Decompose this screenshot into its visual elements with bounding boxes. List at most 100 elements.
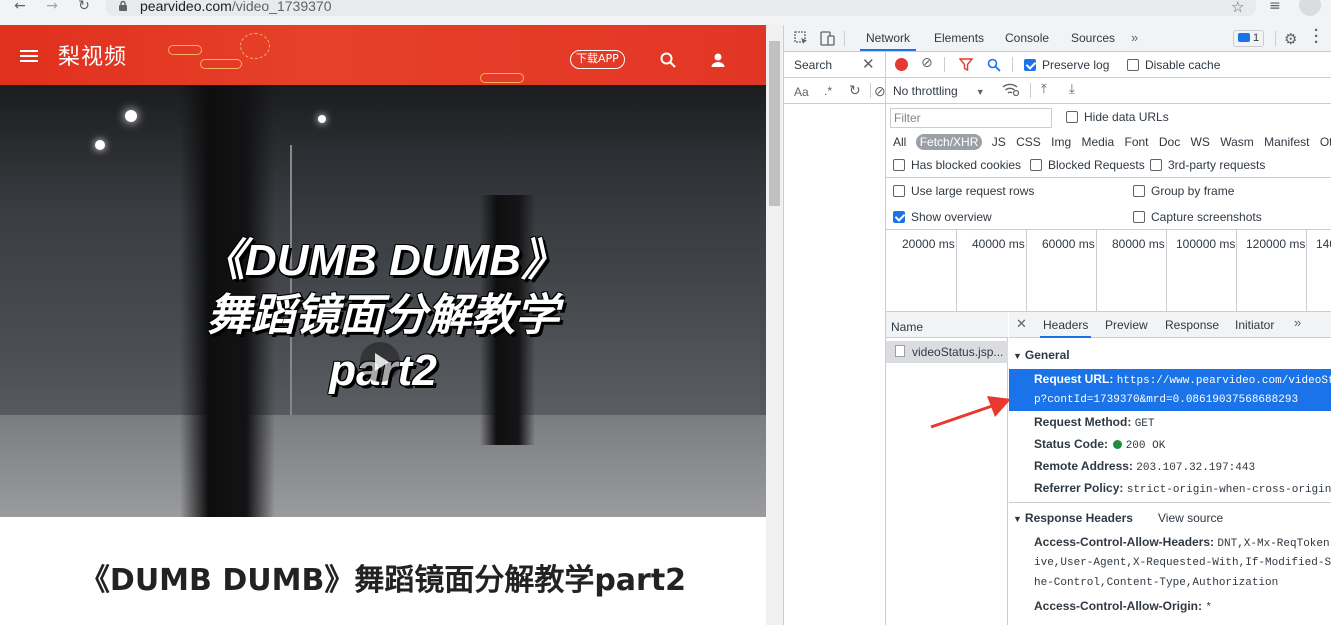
reading-list-icon[interactable]: ≡ (1269, 0, 1281, 14)
more-tabs-icon[interactable]: » (1131, 30, 1138, 45)
type-js[interactable]: JS (992, 135, 1006, 149)
status-code-key: Status Code: (1034, 437, 1109, 451)
status-code-row: Status Code: 200 OK (1034, 437, 1165, 452)
more-detail-tabs-icon[interactable]: » (1294, 315, 1301, 330)
menu-icon[interactable] (20, 50, 38, 62)
disable-cache-label: Disable cache (1145, 58, 1221, 72)
status-ok-dot-icon (1113, 440, 1123, 449)
general-section-header[interactable]: ▼ General (1013, 348, 1070, 362)
more-options-icon[interactable]: · · · (1314, 25, 1319, 50)
request-url-row[interactable]: Request URL: https://www.pearvideo.com/v… (1034, 372, 1331, 387)
clear-log-icon[interactable]: ⊘ (921, 55, 933, 71)
type-css[interactable]: CSS (1016, 135, 1041, 149)
request-url-value: https://www.pearvideo.com/videoSt (1116, 375, 1331, 387)
status-code-value: 200 OK (1125, 440, 1166, 452)
request-url-continued[interactable]: p?contId=1739370&mrd=0.08619037568688293 (1034, 394, 1298, 406)
tab-elements[interactable]: Elements (928, 25, 990, 51)
search-icon[interactable] (660, 52, 676, 73)
clear-search-icon[interactable]: ⊘ (874, 83, 886, 100)
checkbox[interactable] (1030, 159, 1042, 171)
acao-row: Access-Control-Allow-Origin: * (1034, 599, 1212, 614)
network-conditions-icon[interactable] (1002, 82, 1020, 99)
page-scrollbar-thumb[interactable] (769, 41, 780, 206)
blocked-requests-checkbox[interactable]: Blocked Requests (1030, 158, 1145, 172)
preserve-log-checkbox[interactable]: Preserve log (1024, 58, 1109, 72)
forward-icon[interactable]: → (42, 0, 62, 14)
general-title: General (1024, 348, 1070, 362)
hide-data-urls-checkbox[interactable]: Hide data URLs (1066, 110, 1169, 124)
timeline-tick: 140 (1316, 237, 1331, 251)
type-media[interactable]: Media (1081, 135, 1114, 149)
checkbox[interactable] (1133, 185, 1145, 197)
user-icon[interactable] (710, 52, 726, 73)
url-text[interactable]: pearvideo.com/video_1739370 (140, 0, 331, 13)
checkbox[interactable] (893, 185, 905, 197)
filter-icon[interactable] (958, 58, 974, 74)
timeline-tick: 40000 ms (972, 237, 1025, 251)
reload-icon[interactable]: ↻ (74, 0, 94, 14)
tab-headers[interactable]: Headers (1040, 312, 1092, 338)
close-search-icon[interactable]: ✕ (862, 55, 875, 73)
response-headers-section-header[interactable]: ▼ Response Headers (1013, 511, 1133, 525)
import-har-icon[interactable]: ⤒ (1041, 82, 1047, 97)
profile-avatar[interactable] (1299, 0, 1321, 16)
type-all[interactable]: All (893, 135, 906, 149)
download-app-button[interactable]: 下载APP (570, 50, 625, 69)
type-manifest[interactable]: Manifest (1264, 135, 1309, 149)
third-party-checkbox[interactable]: 3rd-party requests (1150, 158, 1265, 172)
match-case-toggle[interactable]: Aa (794, 85, 809, 99)
tab-network[interactable]: Network (860, 25, 917, 51)
type-font[interactable]: Font (1125, 135, 1149, 149)
throttling-select[interactable]: No throttling ▼ (893, 84, 985, 98)
back-icon[interactable]: ← (10, 0, 30, 14)
type-img[interactable]: Img (1051, 135, 1071, 149)
tab-console[interactable]: Console (999, 25, 1055, 51)
lock-icon[interactable] (118, 0, 128, 15)
inspect-element-icon[interactable] (794, 31, 809, 49)
checkbox-checked[interactable] (893, 211, 905, 223)
group-by-frame-checkbox[interactable]: Group by frame (1133, 184, 1234, 198)
search-network-icon[interactable] (987, 58, 1001, 75)
filter-input[interactable]: Filter (890, 108, 1052, 128)
video-player[interactable]: 《DUMB DUMB》 舞蹈镜面分解教学 part2 (0, 85, 766, 517)
view-source-link[interactable]: View source (1158, 511, 1223, 525)
bookmark-star-icon[interactable]: ☆ (1231, 0, 1244, 16)
has-blocked-cookies-checkbox[interactable]: Has blocked cookies (893, 158, 1021, 172)
type-wasm[interactable]: Wasm (1220, 135, 1254, 149)
checkbox[interactable] (893, 159, 905, 171)
search-drawer (784, 52, 886, 625)
record-button[interactable] (895, 58, 908, 71)
tab-response[interactable]: Response (1165, 312, 1219, 338)
large-rows-checkbox[interactable]: Use large request rows (893, 184, 1034, 198)
tab-preview[interactable]: Preview (1105, 312, 1148, 338)
checkbox[interactable] (1127, 59, 1139, 71)
refresh-search-icon[interactable]: ↻ (849, 83, 861, 99)
issues-badge[interactable]: 1 (1233, 30, 1265, 47)
caption-line: 舞蹈镜面分解教学 (207, 291, 559, 340)
type-fetch-xhr[interactable]: Fetch/XHR (915, 134, 983, 150)
export-har-icon[interactable]: ⤓ (1069, 82, 1075, 97)
timeline-tick: 80000 ms (1112, 237, 1165, 251)
play-icon[interactable] (360, 342, 400, 382)
disable-cache-checkbox[interactable]: Disable cache (1127, 58, 1220, 72)
checkbox[interactable] (1150, 159, 1162, 171)
timeline-tick: 100000 ms (1176, 237, 1236, 251)
type-ws[interactable]: WS (1191, 135, 1210, 149)
show-overview-checkbox[interactable]: Show overview (893, 210, 992, 224)
checkbox-checked[interactable] (1024, 59, 1036, 71)
capture-screenshots-checkbox[interactable]: Capture screenshots (1133, 210, 1262, 224)
request-url-key: Request URL: (1034, 372, 1114, 386)
close-detail-icon[interactable]: ✕ (1016, 317, 1027, 332)
checkbox[interactable] (1133, 211, 1145, 223)
checkbox[interactable] (1066, 111, 1078, 123)
site-logo[interactable]: 梨视频 (58, 39, 127, 71)
tab-initiator[interactable]: Initiator (1235, 312, 1274, 338)
regex-toggle[interactable]: .* (824, 84, 832, 98)
device-toolbar-icon[interactable] (820, 31, 835, 49)
acah-row: Access-Control-Allow-Headers: DNT,X-Mx-R… (1034, 535, 1331, 550)
type-other[interactable]: Other (1320, 135, 1331, 149)
tab-sources[interactable]: Sources (1065, 25, 1121, 51)
type-doc[interactable]: Doc (1159, 135, 1180, 149)
acao-value: * (1205, 602, 1212, 614)
settings-gear-icon[interactable]: ⚙ (1284, 30, 1297, 48)
